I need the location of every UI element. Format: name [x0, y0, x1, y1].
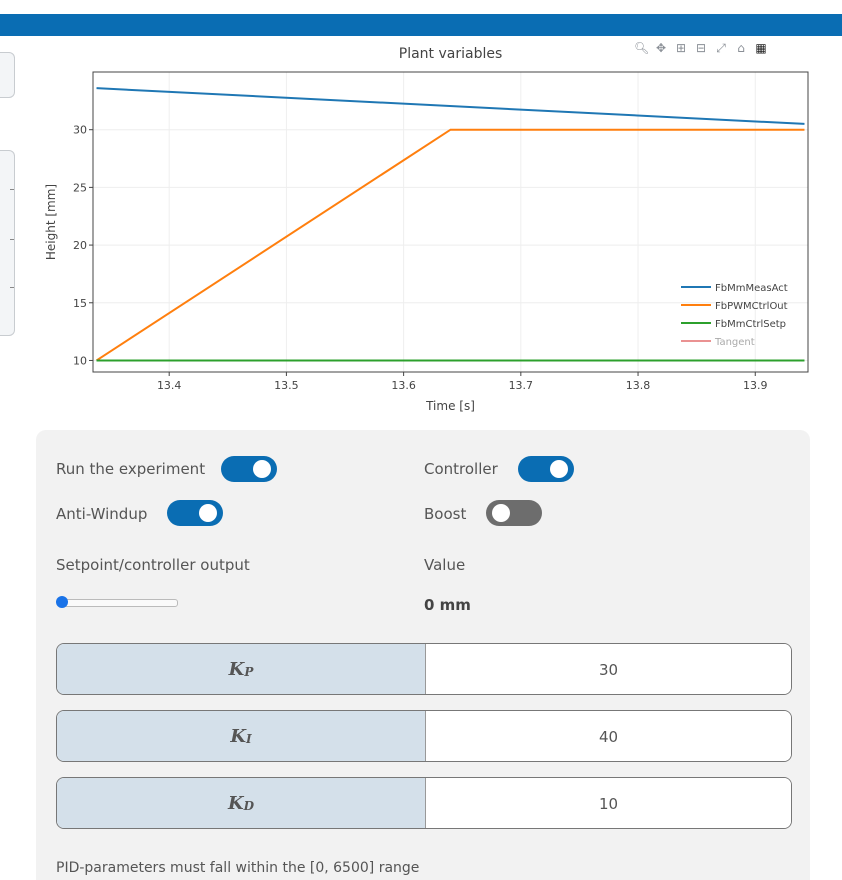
x-tick-label: 13.8 — [626, 379, 651, 392]
y-tick-label: 15 — [73, 297, 87, 310]
setpoint-slider[interactable] — [56, 596, 178, 608]
chart-modebar: 🔍︎ ✥ ⊞ ⊟ ⤢ ⌂ ▦ — [634, 40, 768, 56]
kd-input[interactable] — [426, 778, 791, 828]
plotly-logo-icon[interactable]: ▦ — [754, 41, 768, 55]
toggle-knob — [199, 504, 217, 522]
legend-label: FbMmMeasAct — [715, 283, 788, 294]
controller-toggle[interactable] — [518, 456, 574, 482]
controller-label: Controller — [424, 460, 498, 478]
top-bar — [0, 14, 842, 36]
ki-subscript: I — [246, 732, 252, 746]
sidebar-fragment-list[interactable] — [0, 150, 15, 336]
setpoint-value: 0 mm — [424, 596, 471, 614]
kp-row: KP — [56, 643, 792, 695]
x-tick-label: 13.5 — [274, 379, 299, 392]
kd-symbol: K — [227, 792, 244, 814]
zoom-out-icon[interactable]: ⊟ — [694, 41, 708, 55]
chart-title: Plant variables — [399, 46, 503, 62]
legend-label: FbPWMCtrlOut — [715, 301, 788, 312]
toggle-knob — [253, 460, 271, 478]
sidebar-divider — [10, 239, 14, 240]
reset-axes-icon[interactable]: ⌂ — [734, 41, 748, 55]
sidebar-divider — [10, 189, 14, 190]
kd-label: KD — [57, 778, 426, 828]
anti-windup-toggle[interactable] — [167, 500, 223, 526]
control-panel: Run the experiment Controller Anti-Windu… — [36, 430, 810, 880]
x-tick-label: 13.9 — [743, 379, 768, 392]
x-tick-label: 13.7 — [509, 379, 534, 392]
toggle-knob — [492, 504, 510, 522]
slider-thumb[interactable] — [56, 596, 68, 608]
kd-row: KD — [56, 777, 792, 829]
autoscale-icon[interactable]: ⤢ — [714, 41, 728, 55]
zoom-in-icon[interactable]: ⊞ — [674, 41, 688, 55]
y-tick-label: 30 — [73, 124, 87, 137]
pid-range-note: PID-parameters must fall within the [0, … — [56, 860, 420, 876]
kp-subscript: P — [244, 665, 254, 679]
kp-label: KP — [57, 644, 426, 694]
legend-label: Tangent — [714, 337, 755, 348]
value-label: Value — [424, 556, 466, 574]
slider-track[interactable] — [62, 599, 178, 607]
x-tick-label: 13.6 — [391, 379, 416, 392]
boost-toggle[interactable] — [486, 500, 542, 526]
ki-label: KI — [57, 711, 426, 761]
setpoint-label: Setpoint/controller output — [56, 556, 250, 574]
kp-symbol: K — [228, 658, 245, 680]
run-experiment-label: Run the experiment — [56, 460, 206, 478]
kp-input[interactable] — [426, 644, 791, 694]
run-experiment-toggle[interactable] — [221, 456, 277, 482]
anti-windup-label: Anti-Windup — [56, 505, 148, 523]
pan-icon[interactable]: ✥ — [654, 41, 668, 55]
ki-input[interactable] — [426, 711, 791, 761]
y-tick-label: 20 — [73, 239, 87, 252]
sidebar-divider — [10, 287, 14, 288]
ki-symbol: K — [230, 725, 247, 747]
chart-svg[interactable]: 13.4 13.5 13.6 13.7 13.8 13.9 10 15 20 25 30 Plant … — [30, 38, 820, 418]
y-tick-label: 10 — [73, 354, 87, 367]
zoom-icon[interactable]: 🔍︎ — [634, 41, 649, 55]
x-tick-label: 13.4 — [157, 379, 182, 392]
y-tick-label: 25 — [73, 181, 87, 194]
plot-frame — [92, 71, 809, 373]
kd-subscript: D — [243, 799, 255, 813]
toggle-knob — [550, 460, 568, 478]
legend-label: FbMmCtrlSetp — [715, 319, 786, 330]
boost-label: Boost — [424, 505, 467, 523]
plant-variables-chart[interactable]: 13.4 13.5 13.6 13.7 13.8 13.9 10 15 20 25 30 Plant … — [30, 38, 820, 418]
ki-row: KI — [56, 710, 792, 762]
y-axis-label: Height [mm] — [44, 184, 58, 260]
x-axis-label: Time [s] — [425, 399, 475, 413]
series-line-FbMmMeasAct — [96, 87, 805, 125]
sidebar-fragment-top[interactable] — [0, 52, 15, 98]
